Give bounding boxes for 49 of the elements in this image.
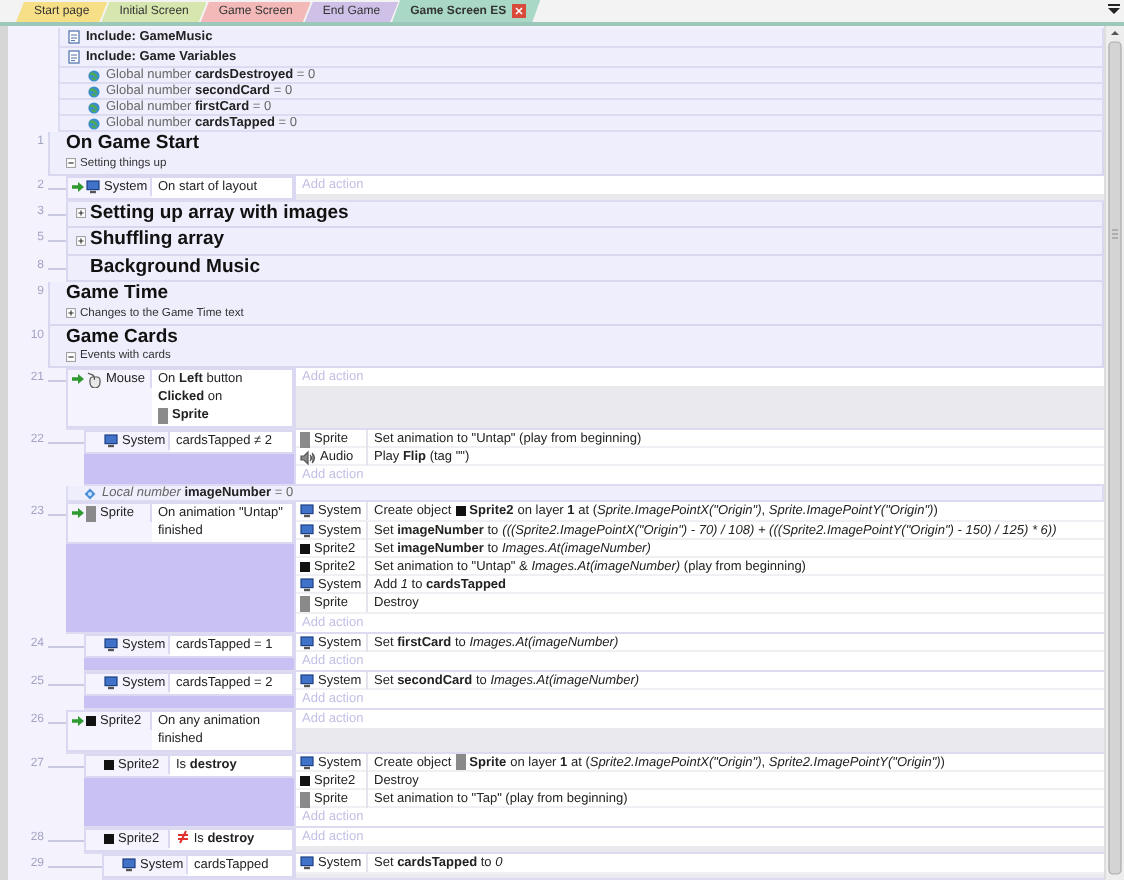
globe-icon <box>88 117 100 129</box>
monitor-icon <box>300 635 314 649</box>
variable-icon <box>84 487 96 500</box>
sprite-icon <box>86 505 96 522</box>
sprite-icon <box>455 754 466 771</box>
monitor-icon <box>300 523 314 538</box>
monitor-icon <box>300 856 314 871</box>
trigger-arrow-icon <box>71 374 83 384</box>
document-icon <box>68 30 80 44</box>
globe-icon <box>88 69 100 81</box>
collapse-icon[interactable] <box>66 158 76 168</box>
trigger-arrow-icon <box>71 715 83 726</box>
monitor-icon <box>122 858 136 873</box>
monitor-icon <box>300 504 314 519</box>
speaker-icon <box>300 449 316 466</box>
sprite-icon <box>104 759 114 770</box>
sprite-icon <box>86 715 96 726</box>
dropdown-icon[interactable] <box>1108 4 1120 14</box>
sprite-icon <box>300 431 310 447</box>
expand-icon[interactable] <box>76 235 86 246</box>
monitor-icon <box>300 673 314 688</box>
group-title: Game Cards <box>66 327 178 348</box>
group-title: On Game Start <box>66 134 200 155</box>
monitor-icon <box>300 578 314 593</box>
globe-icon <box>88 85 100 97</box>
globe-icon <box>88 101 100 113</box>
trigger-arrow-icon <box>71 508 83 519</box>
collapse-icon[interactable] <box>66 351 76 361</box>
scrollbar-drawing[interactable] <box>1106 26 1124 876</box>
group-title: Game Time <box>66 284 169 305</box>
sprite-icon <box>455 506 466 517</box>
expand-icon[interactable] <box>66 308 76 318</box>
invert-icon <box>176 830 190 845</box>
monitor-icon <box>300 755 314 770</box>
group-title: Background Music <box>90 257 260 278</box>
mouse-icon <box>86 371 102 387</box>
monitor-icon <box>86 179 100 193</box>
trigger-arrow-icon <box>71 181 83 191</box>
monitor-icon <box>104 675 118 690</box>
monitor-icon <box>104 434 118 448</box>
group-title: Shuffling array <box>90 230 225 251</box>
group-title: Setting up array with images <box>90 203 349 224</box>
close-icon[interactable] <box>512 4 527 18</box>
sprite-icon <box>158 407 168 423</box>
sprite-icon <box>300 595 310 612</box>
document-icon <box>68 50 80 64</box>
expand-icon[interactable] <box>76 208 86 219</box>
monitor-icon <box>104 637 118 651</box>
sprite-icon <box>104 834 114 845</box>
